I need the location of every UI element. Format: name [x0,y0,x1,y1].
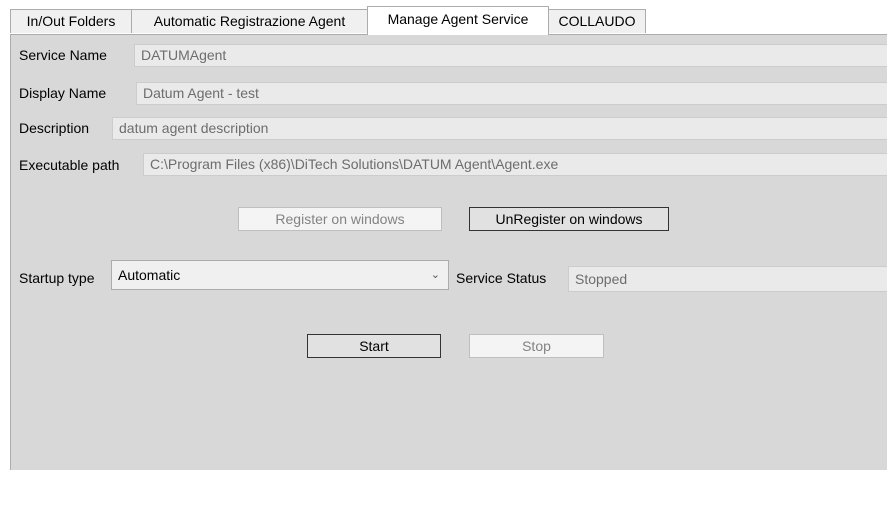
description-field[interactable]: datum agent description [112,117,887,140]
display-name-label: Display Name [19,85,107,101]
service-name-field[interactable]: DATUMAgent [134,44,887,67]
service-status-label: Service Status [456,270,547,286]
executable-path-label: Executable path [19,157,120,173]
startup-type-dropdown[interactable]: Automatic ⌄ [111,260,449,290]
service-name-label: Service Name [19,47,107,63]
unregister-on-windows-button[interactable]: UnRegister on windows [469,207,669,231]
tab-manage-agent-service[interactable]: Manage Agent Service [367,6,549,35]
app-window: In/Out Folders Automatic Registrazione A… [0,0,887,528]
register-on-windows-button[interactable]: Register on windows [238,207,442,231]
tab-in-out-folders[interactable]: In/Out Folders [10,9,132,33]
manage-agent-service-panel: Service Name DATUMAgent Display Name Dat… [10,34,887,470]
startup-type-value: Automatic [118,267,181,283]
stop-button[interactable]: Stop [469,334,604,358]
executable-path-field[interactable]: C:\Program Files (x86)\DiTech Solutions\… [143,153,887,176]
start-button[interactable]: Start [307,334,441,358]
description-label: Description [19,120,90,136]
chevron-down-icon: ⌄ [430,269,440,281]
tab-collaudo[interactable]: COLLAUDO [548,9,646,33]
display-name-field[interactable]: Datum Agent - test [136,82,887,105]
startup-type-label: Startup type [19,270,95,286]
service-status-field[interactable]: Stopped [568,266,887,292]
tab-automatic-registrazione-agent[interactable]: Automatic Registrazione Agent [131,9,368,33]
